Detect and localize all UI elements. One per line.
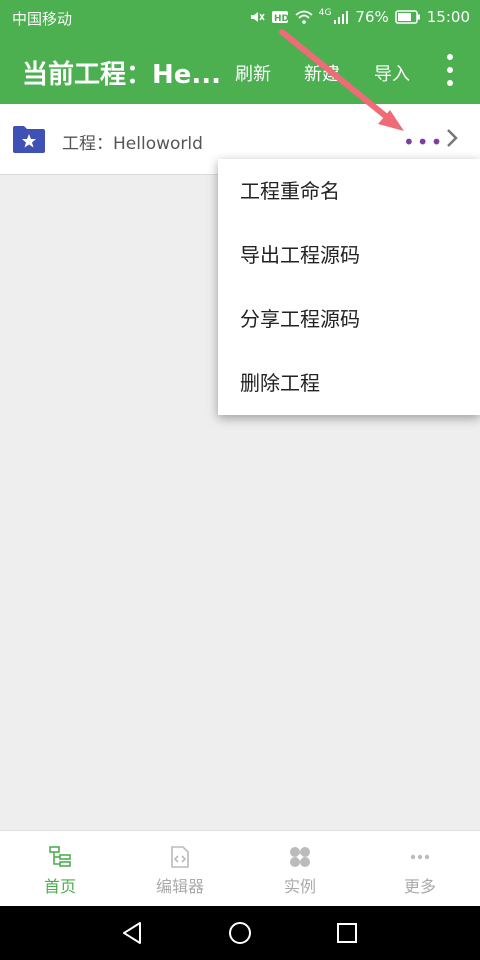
tab-editor[interactable]: 编辑器 [120,831,240,907]
project-name: 工程：Helloworld [62,134,203,154]
folder-star-icon [13,126,45,153]
menu-item-export-source[interactable]: 导出工程源码 [218,223,480,287]
clover-icon [290,847,310,867]
tab-label-more: 更多 [403,877,436,896]
svg-text:HD: HD [274,14,289,24]
project-context-menu: 工程重命名 导出工程源码 分享工程源码 删除工程 [218,159,480,415]
refresh-button[interactable]: 刷新 [235,60,271,86]
wifi-icon [295,10,313,24]
tab-more[interactable]: 更多 [360,831,480,907]
menu-item-share-source[interactable]: 分享工程源码 [218,287,480,351]
menu-item-delete[interactable]: 删除工程 [218,351,480,415]
status-bar: 中国移动 HD 4G 76% 15:00 [0,0,480,36]
status-icons: HD 4G 76% 15:00 [249,8,470,26]
tab-examples[interactable]: 实例 [240,831,360,907]
more-options-icon[interactable]: ••• [403,130,444,154]
battery-icon [395,10,420,24]
menu-item-rename[interactable]: 工程重命名 [218,159,480,223]
system-nav-bar [0,906,480,960]
tab-label-examples: 实例 [283,877,316,896]
clock: 15:00 [426,8,470,26]
page-title: 当前工程：He... [22,60,222,90]
hd-icon: HD [271,11,289,24]
carrier-name: 中国移动 [12,10,73,28]
code-file-icon [171,846,189,868]
tab-home[interactable]: 首页 [0,831,120,907]
chevron-right-icon[interactable] [444,126,460,150]
tab-label-editor: 编辑器 [155,877,204,896]
tab-label-home: 首页 [43,877,76,896]
home-icon[interactable] [227,920,253,946]
bottom-nav: 首页 编辑器 实例 更多 [0,830,480,907]
more-dots-icon [410,854,430,860]
back-icon[interactable] [120,920,146,946]
network-type: 4G [318,8,332,18]
signal-icon [334,11,349,24]
mute-icon [250,12,265,22]
battery-percent: 76% [355,8,389,26]
tree-structure-icon [49,846,71,867]
import-button[interactable]: 导入 [374,60,410,86]
overflow-menu-icon[interactable] [438,54,462,86]
app-bar: 当前工程：He... 刷新 新建 导入 [0,36,480,104]
new-button[interactable]: 新建 [304,60,340,86]
recent-apps-icon[interactable] [334,920,360,946]
